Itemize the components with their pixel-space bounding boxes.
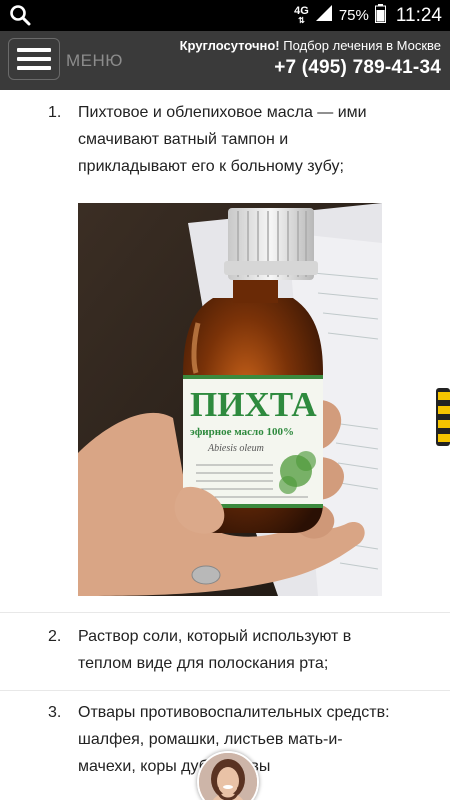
promo-bold: Круглосуточно! xyxy=(179,38,280,53)
menu-button[interactable] xyxy=(8,38,60,80)
list-number: 3. xyxy=(48,704,62,721)
divider xyxy=(0,690,450,691)
list-text: Раствор соли, который используют в тепло… xyxy=(78,628,352,672)
bottle-label-title: ПИХТА xyxy=(190,385,317,424)
bottle-label-latin: Abiesis oleum xyxy=(207,443,264,454)
list-number: 1. xyxy=(48,104,62,121)
fir-oil-photo: ПИХТА эфирное масло 100% Abiesis oleum xyxy=(78,203,382,596)
hamburger-line xyxy=(17,66,51,70)
clock: 11:24 xyxy=(395,4,442,26)
header-promo: Круглосуточно! Подбор лечения в Москве xyxy=(180,38,441,53)
side-widget-tab[interactable] xyxy=(436,388,450,446)
list-text: Пихтовое и облепиховое масла — ими смачи… xyxy=(78,104,367,175)
list-number: 2. xyxy=(48,628,62,645)
site-header: МЕНЮ Круглосуточно! Подбор лечения в Мос… xyxy=(0,31,450,90)
bottle-label-subtitle: эфирное масло 100% xyxy=(190,426,294,438)
promo-text: Подбор лечения в Москве xyxy=(279,38,441,53)
signal-icon xyxy=(315,4,333,27)
battery-percent: 75% xyxy=(338,7,369,24)
hamburger-line xyxy=(17,57,51,61)
search-icon[interactable] xyxy=(9,4,31,31)
phone-link[interactable]: +7 (495) 789-41-34 xyxy=(274,57,441,79)
network-type: 4G ⇅ xyxy=(294,4,309,25)
status-bar: 4G ⇅ 75% 11:24 xyxy=(0,0,450,31)
hamburger-icon xyxy=(17,48,51,52)
battery-icon xyxy=(374,3,386,28)
article-content: 1. Пихтовое и облепиховое масла — ими см… xyxy=(0,90,450,800)
menu-label[interactable]: МЕНЮ xyxy=(66,51,123,71)
divider xyxy=(0,612,450,613)
